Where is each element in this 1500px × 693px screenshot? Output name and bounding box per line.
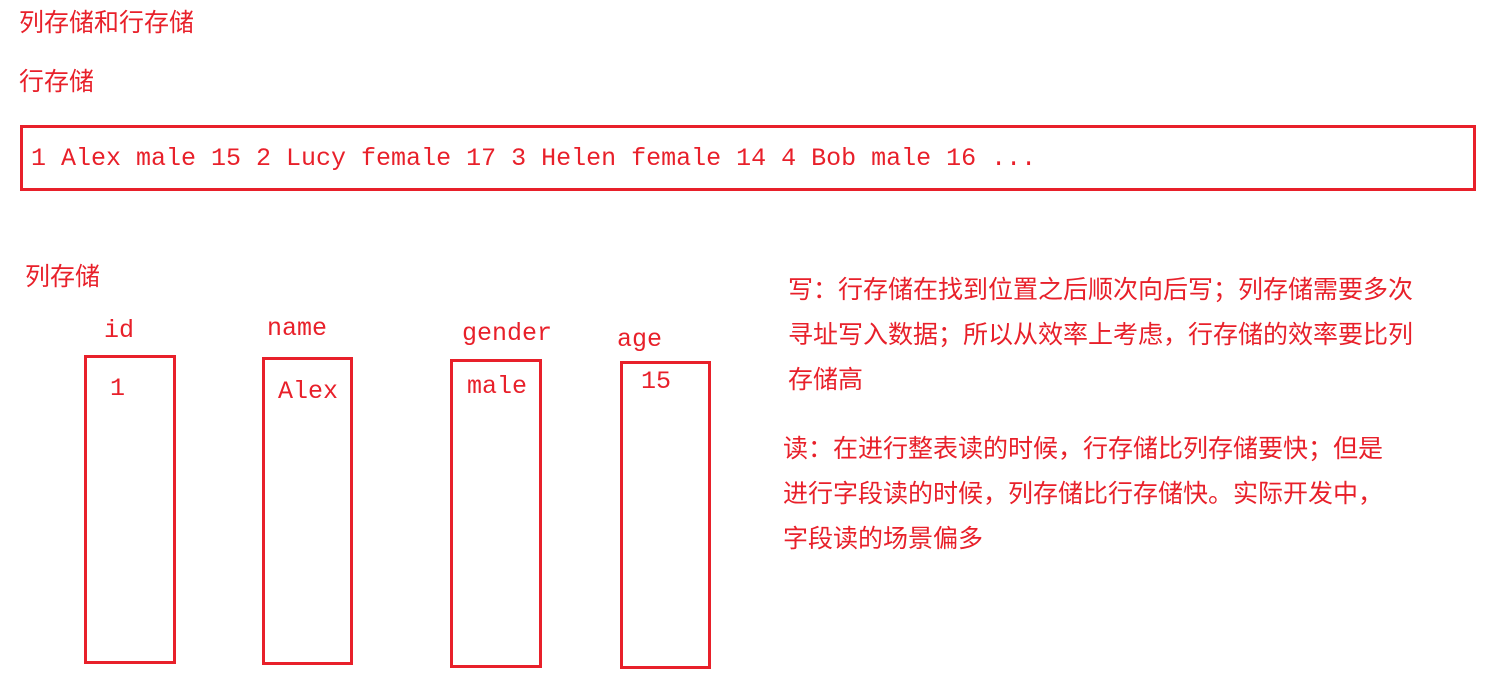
column-header-id: id [104,316,135,345]
column-value-gender: male [467,372,528,401]
column-storage-label: 列存储 [25,262,101,291]
column-header-age: age [617,325,663,354]
column-box-gender: male [450,359,542,668]
read-note-line: 读：在进行整表读的时候，行存储比列存储要快；但是 [783,434,1384,463]
write-note-line: 存储高 [788,365,864,394]
column-box-id: 1 [84,355,176,664]
column-header-gender: gender [462,319,553,348]
column-value-age: 15 [641,367,672,396]
read-note-line: 字段读的场景偏多 [783,524,984,553]
row-storage-content: 1 Alex male 15 2 Lucy female 17 3 Helen … [31,144,1037,173]
read-note-line: 进行字段读的时候，列存储比行存储快。实际开发中， [783,479,1384,508]
column-header-name: name [267,314,328,343]
write-note-line: 寻址写入数据；所以从效率上考虑，行存储的效率要比列 [788,320,1414,349]
write-note-line: 写：行存储在找到位置之后顺次向后写；列存储需要多次 [788,275,1414,304]
write-note: 写：行存储在找到位置之后顺次向后写；列存储需要多次 寻址写入数据；所以从效率上考… [788,267,1413,402]
row-storage-box: 1 Alex male 15 2 Lucy female 17 3 Helen … [20,125,1476,191]
column-value-id: 1 [110,374,126,403]
column-box-name: Alex [262,357,353,665]
column-value-name: Alex [278,377,339,406]
page-title: 列存储和行存储 [19,8,195,37]
read-note: 读：在进行整表读的时候，行存储比列存储要快；但是 进行字段读的时候，列存储比行存… [783,426,1383,561]
row-storage-label: 行存储 [19,67,95,96]
column-box-age: 15 [620,361,711,669]
